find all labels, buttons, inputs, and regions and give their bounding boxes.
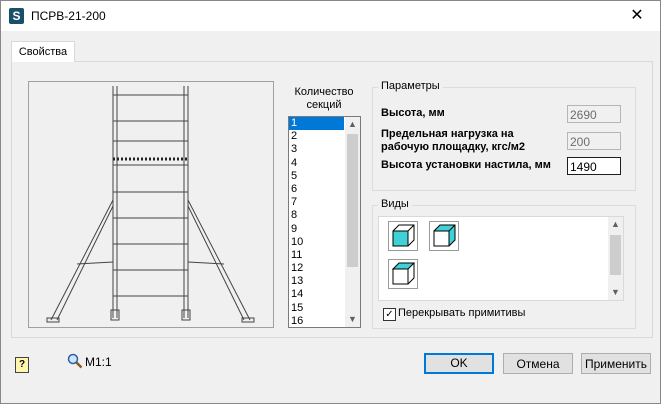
views-title: Виды [378, 198, 412, 210]
list-item[interactable]: 7 [289, 196, 344, 209]
scroll-down-icon[interactable]: ▼ [608, 285, 623, 300]
list-item[interactable]: 2 [289, 130, 344, 143]
cancel-button[interactable]: Отмена [503, 353, 573, 374]
deck-height-input[interactable]: 1490 [567, 157, 621, 175]
overlap-checkbox-label[interactable]: Перекрывать примитивы [398, 307, 525, 319]
sections-label: Количество секций [294, 86, 354, 111]
scroll-up-icon[interactable]: ▲ [608, 217, 623, 232]
list-item[interactable]: 10 [289, 236, 344, 249]
sections-list: 1 2 3 4 5 6 7 8 9 10 11 12 13 14 15 16 [289, 117, 344, 327]
app-icon: S [9, 8, 24, 24]
views-list: ▲ ▼ [378, 216, 624, 301]
sections-scrollbar[interactable]: ▲ ▼ [345, 117, 360, 327]
front-view-icon[interactable] [388, 221, 418, 251]
list-item[interactable]: 14 [289, 288, 344, 301]
overlap-checkbox[interactable]: ✓ [383, 308, 396, 321]
list-item[interactable]: 15 [289, 302, 344, 315]
magnifier-icon[interactable] [67, 353, 83, 369]
sections-listbox[interactable]: 1 2 3 4 5 6 7 8 9 10 11 12 13 14 15 16 ▲… [288, 116, 361, 328]
load-label: Предельная нагрузка на рабочую площадку,… [381, 128, 526, 153]
list-item[interactable]: 9 [289, 223, 344, 236]
list-item[interactable]: 4 [289, 157, 344, 170]
list-item[interactable]: 12 [289, 262, 344, 275]
scale-label: M1:1 [85, 355, 112, 369]
scroll-up-icon[interactable]: ▲ [345, 117, 360, 132]
iso-view-icon[interactable] [429, 221, 459, 251]
list-item[interactable]: 8 [289, 209, 344, 222]
close-icon[interactable]: ✕ [614, 1, 660, 31]
list-item[interactable]: 3 [289, 143, 344, 156]
list-item[interactable]: 6 [289, 183, 344, 196]
deck-height-label: Высота установки настила, мм [381, 159, 551, 171]
apply-button[interactable]: Применить [581, 353, 651, 374]
list-item[interactable]: 5 [289, 170, 344, 183]
height-field[interactable]: 2690 [567, 105, 621, 123]
scroll-thumb[interactable] [610, 235, 621, 275]
scroll-down-icon[interactable]: ▼ [345, 312, 360, 327]
scaffold-preview [28, 81, 274, 328]
title-bar: S ПСРВ-21-200 ✕ [1, 1, 660, 31]
window-title: ПСРВ-21-200 [31, 9, 106, 23]
height-label: Высота, мм [381, 107, 445, 119]
dialog-window: S ПСРВ-21-200 ✕ Свойства Количество секц… [0, 0, 661, 404]
list-item[interactable]: 11 [289, 249, 344, 262]
list-item[interactable]: 1 [289, 117, 344, 131]
help-icon[interactable]: ? [15, 357, 29, 373]
top-view-icon[interactable] [388, 259, 418, 289]
list-item[interactable]: 16 [289, 315, 344, 327]
scroll-thumb[interactable] [347, 134, 358, 267]
scaffold-drawing [46, 86, 255, 323]
ok-button[interactable]: OK [424, 353, 494, 374]
parameters-title: Параметры [378, 80, 443, 92]
tab-properties[interactable]: Свойства [11, 41, 75, 62]
views-scrollbar[interactable]: ▲ ▼ [608, 217, 623, 300]
list-item[interactable]: 13 [289, 275, 344, 288]
load-field[interactable]: 200 [567, 132, 621, 150]
